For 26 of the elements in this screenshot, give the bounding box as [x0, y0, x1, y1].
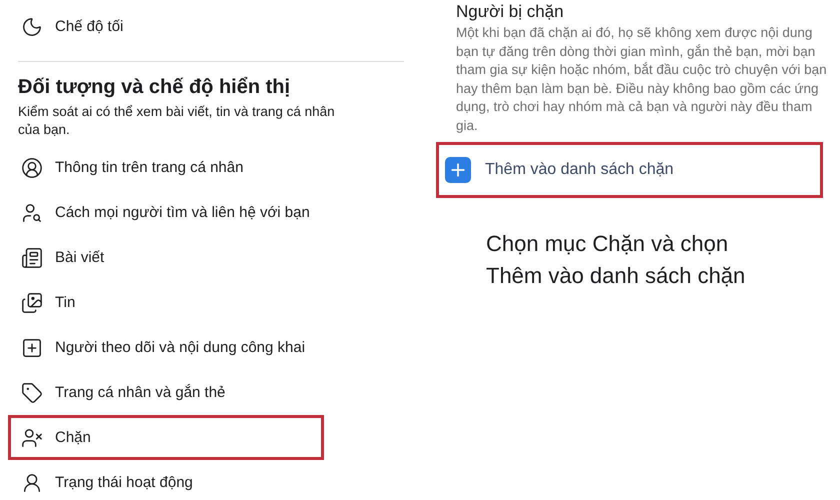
- menu-item[interactable]: Bài viết: [8, 235, 404, 280]
- menu-item[interactable]: Trạng thái hoạt động: [8, 460, 404, 500]
- section-title: Đối tượng và chế độ hiển thị: [18, 76, 292, 99]
- plus-square-icon: [21, 336, 43, 358]
- menu-item[interactable]: Cách mọi người tìm và liên hệ với bạn: [8, 190, 404, 235]
- menu-item[interactable]: Tin: [8, 280, 404, 325]
- plus-icon: [445, 156, 471, 183]
- person-block-icon: [21, 426, 43, 448]
- section-title: Người bị chặn: [456, 2, 565, 22]
- caption-text: Chọn mục Chặn và chọn: [486, 230, 730, 258]
- images-icon: [21, 292, 43, 314]
- menu-item[interactable]: Người theo dõi và nội dung công khai: [8, 325, 404, 370]
- menu-item[interactable]: Thông tin trên trang cá nhân: [8, 145, 404, 190]
- menu-item[interactable]: Trang cá nhân và gắn thẻ: [8, 370, 404, 415]
- person-search-icon: [21, 202, 43, 224]
- newspaper-icon: [21, 246, 43, 268]
- user-circle-icon: [21, 156, 43, 178]
- moon-icon: [21, 16, 43, 38]
- menu-item[interactable]: Chặn: [8, 415, 324, 460]
- add-to-block-list-button[interactable]: Thêm vào danh sách chặn: [436, 142, 823, 198]
- section-description: Kiểm soát ai có thể xem bài viết, tin và trang cá nhân của bạn.: [18, 103, 336, 139]
- section-description: Một khi bạn đã chặn ai đó, họ sẽ không xem được nội dung bạn tự đăng trên dòng thời gian mình, gắn thẻ bạn, mời bạn tham gia sự kiện hoặc nhóm, bắt đầu cuộc trò chuyện với bạn hay thêm bạn làm bạn bè. Điều này không bao gồm các ứng dụng, trò chơi hay nhóm mà cả bạn và người này đều tham gia.: [456, 24, 828, 135]
- menu-item[interactable]: Chế độ tối: [8, 4, 404, 49]
- caption-text: Thêm vào danh sách chặn: [486, 262, 746, 290]
- person-icon: [21, 472, 43, 494]
- tag-icon: [21, 382, 43, 404]
